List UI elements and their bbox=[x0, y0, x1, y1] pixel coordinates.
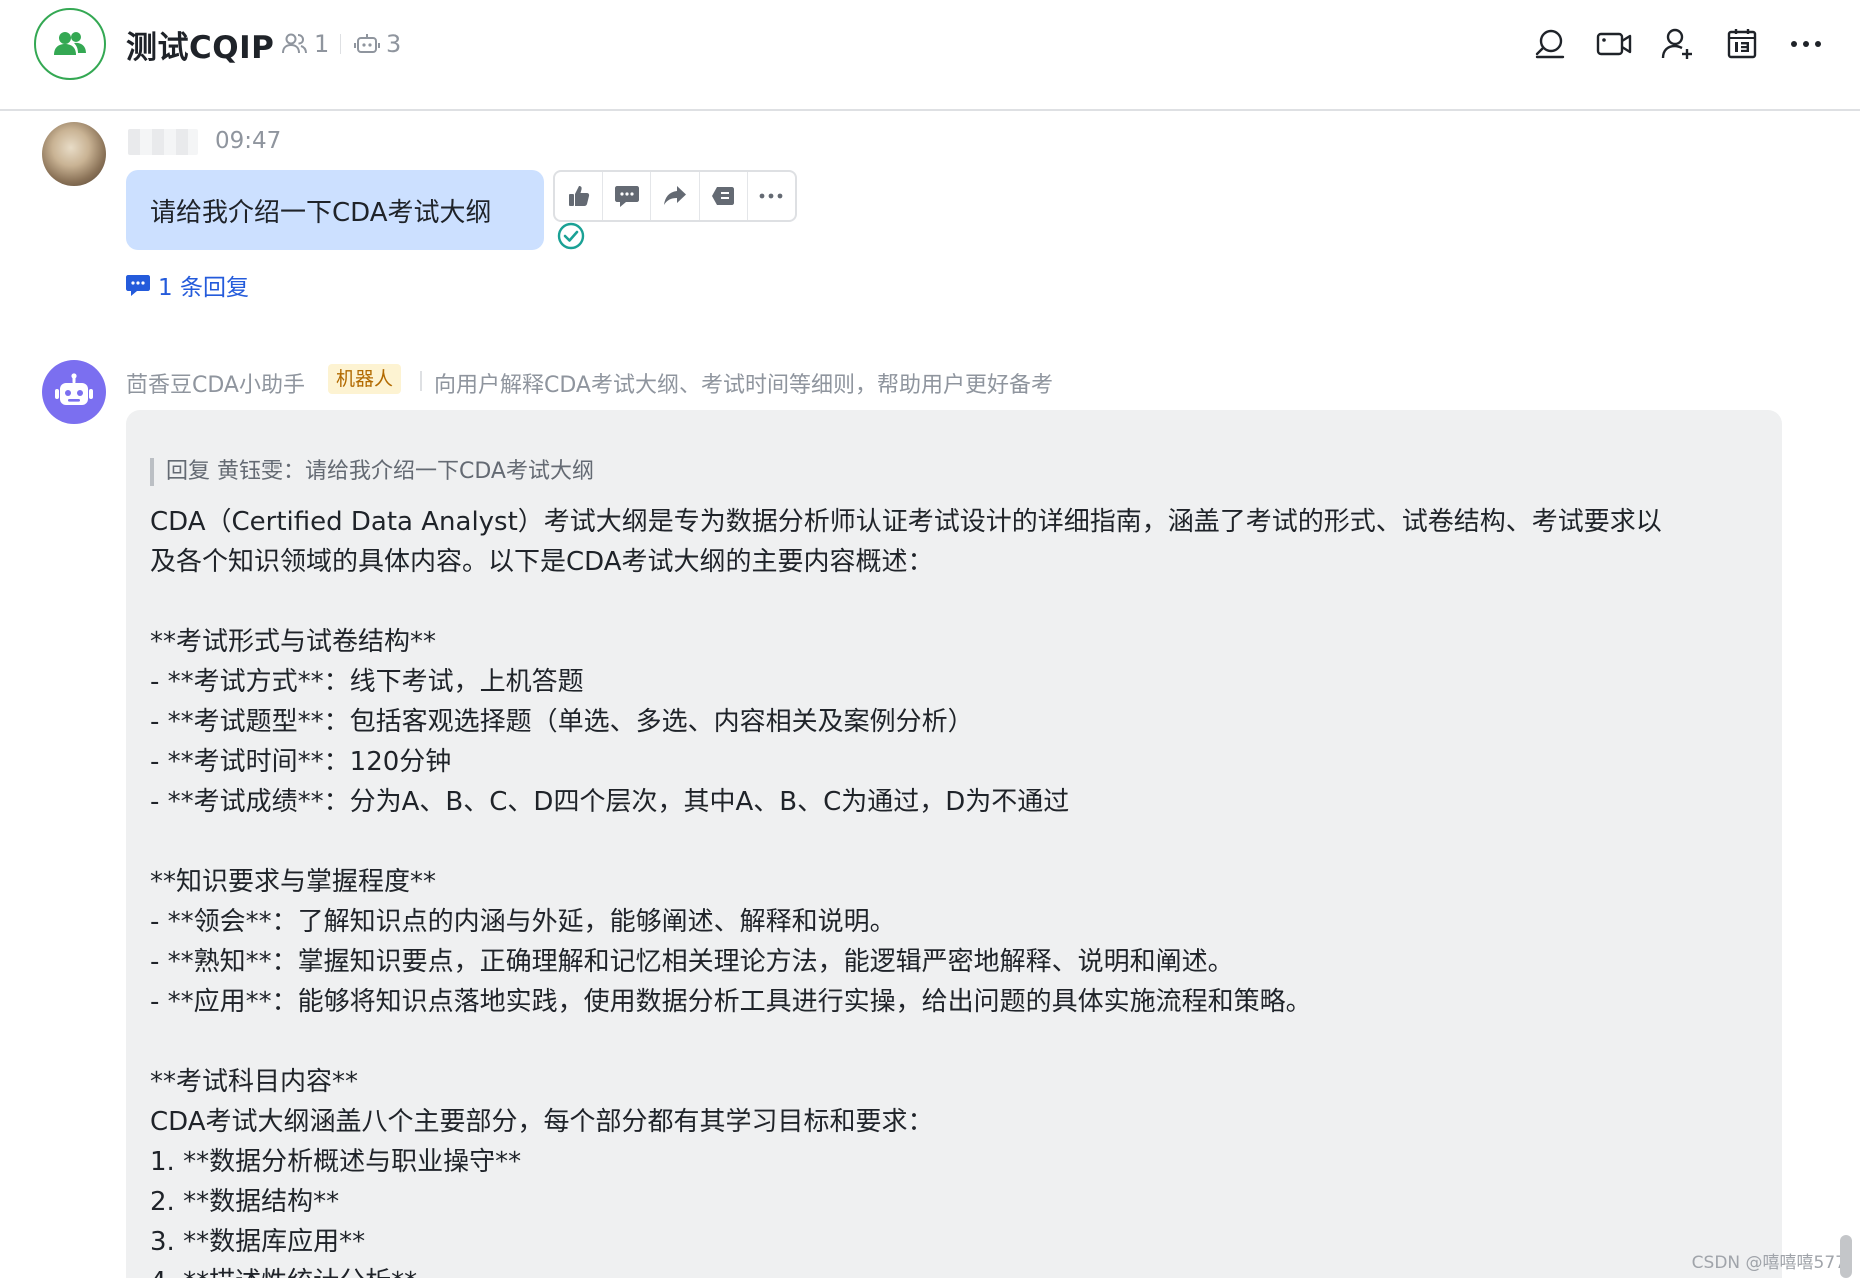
body-line: - **应用**：能够将知识点落地实践，使用数据分析工具进行实操，给出问题的具体… bbox=[150, 987, 1312, 1017]
thumbs-up-icon bbox=[568, 186, 589, 206]
body-line: 3. **数据库应用** bbox=[150, 1227, 366, 1257]
user-avatar[interactable] bbox=[42, 122, 106, 186]
quoted-reply[interactable]: 回复 黄钰雯：请给我介绍一下CDA考试大纲 bbox=[150, 458, 1758, 486]
group-avatar[interactable] bbox=[34, 8, 106, 80]
calendar-icon bbox=[1727, 29, 1757, 59]
forward-arrow-icon bbox=[664, 186, 686, 205]
body-line: 1. **数据分析概述与职业操守** bbox=[150, 1147, 522, 1177]
bot-message-bubble[interactable]: 回复 黄钰雯：请给我介绍一下CDA考试大纲 CDA（Certified Data… bbox=[126, 410, 1782, 1278]
bot-sender-name[interactable]: 茴香豆CDA小助手 bbox=[126, 367, 305, 399]
body-line: CDA（Certified Data Analyst）考试大纲是专为数据分析师认… bbox=[150, 507, 1662, 537]
calendar-button[interactable] bbox=[1722, 24, 1762, 64]
body-line: - **熟知**：掌握知识要点，正确理解和记忆相关理论方法，能逻辑严密地解释、说… bbox=[150, 947, 1234, 977]
message-actions-toolbar bbox=[553, 170, 797, 222]
message-more-button[interactable] bbox=[748, 172, 795, 220]
group-title[interactable]: 测试CQIP bbox=[126, 22, 274, 67]
comment-icon bbox=[614, 186, 639, 207]
like-button[interactable] bbox=[555, 172, 604, 220]
add-member-button[interactable] bbox=[1658, 24, 1698, 64]
body-line: - **考试方式**：线下考试，上机答题 bbox=[150, 667, 584, 697]
body-line: - **考试成绩**：分为A、B、C、D四个层次，其中A、B、C为通过，D为不通… bbox=[150, 787, 1070, 817]
body-line: - **考试时间**：120分钟 bbox=[150, 747, 452, 777]
watermark: CSDN @嘻嘻嘻577 bbox=[1691, 1253, 1846, 1273]
member-count-value: 1 bbox=[314, 30, 330, 58]
reply-bubble-icon bbox=[126, 275, 150, 296]
add-user-icon bbox=[1661, 28, 1692, 59]
thread-icon bbox=[712, 187, 735, 205]
bot-avatar[interactable] bbox=[42, 360, 106, 424]
body-line: - **考试题型**：包括客观选择题（单选、多选、内容相关及案例分析） bbox=[150, 707, 974, 737]
members-icon bbox=[282, 33, 307, 54]
quote-reply-button[interactable] bbox=[700, 172, 748, 220]
body-line bbox=[150, 822, 1758, 862]
body-line: **考试形式与试卷结构** bbox=[150, 627, 437, 657]
meta-divider bbox=[340, 34, 341, 54]
member-count[interactable]: 1 bbox=[282, 30, 329, 58]
bot-message-body: CDA（Certified Data Analyst）考试大纲是专为数据分析师认… bbox=[150, 502, 1758, 1278]
body-line: **考试科目内容** bbox=[150, 1067, 359, 1097]
bot-count-value: 3 bbox=[386, 30, 402, 58]
robot-icon bbox=[55, 373, 93, 405]
search-chat-button[interactable] bbox=[1530, 24, 1570, 64]
body-line: - **领会**：了解知识点的内涵与外延，能够阐述、解释和说明。 bbox=[150, 907, 896, 937]
video-camera-icon bbox=[1596, 32, 1632, 56]
bot-description: 向用户解释CDA考试大纲、考试时间等细则，帮助用户更好备考 bbox=[434, 373, 1053, 398]
bot-count[interactable]: 3 bbox=[354, 30, 401, 58]
bot-header-divider bbox=[420, 371, 422, 391]
video-call-button[interactable] bbox=[1594, 24, 1634, 64]
bot-badge: 机器人 bbox=[328, 364, 402, 394]
group-people-icon bbox=[54, 32, 86, 55]
message-bubble[interactable]: 请给我介绍一下CDA考试大纲 bbox=[126, 170, 544, 250]
robot-icon bbox=[354, 34, 380, 53]
chat-search-icon bbox=[1535, 29, 1565, 59]
body-line bbox=[150, 582, 1758, 622]
forward-button[interactable] bbox=[651, 172, 700, 220]
more-options-button[interactable] bbox=[1786, 24, 1826, 64]
body-line: CDA考试大纲涵盖八个主要部分，每个部分都有其学习目标和要求： bbox=[150, 1107, 934, 1137]
more-dots-icon bbox=[760, 193, 783, 199]
message-time: 09:47 bbox=[215, 128, 282, 154]
read-receipt-check-icon bbox=[557, 222, 585, 250]
body-line: 4. **描述性统计分析** bbox=[150, 1262, 1758, 1278]
sender-name-blurred bbox=[128, 129, 198, 155]
thread-reply-link[interactable]: 1 条回复 bbox=[126, 268, 249, 302]
scrollbar-thumb[interactable] bbox=[1840, 1235, 1852, 1278]
body-line: 2. **数据结构** bbox=[150, 1187, 340, 1217]
body-line: 及各个知识领域的具体内容。以下是CDA考试大纲的主要内容概述： bbox=[150, 547, 934, 577]
body-line bbox=[150, 1022, 1758, 1062]
chat-header: 测试CQIP 1 3 bbox=[0, 0, 1860, 111]
reply-button[interactable] bbox=[603, 172, 652, 220]
body-line: **知识要求与掌握程度** bbox=[150, 867, 437, 897]
reply-count-label: 1 条回复 bbox=[158, 275, 249, 301]
more-dots-icon bbox=[1791, 41, 1821, 47]
